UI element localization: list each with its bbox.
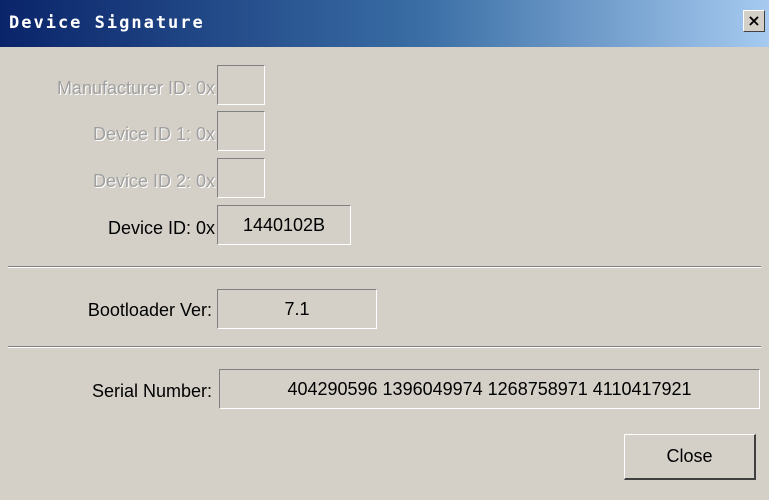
- title-bar: Device Signature ×: [0, 0, 769, 47]
- device-id-field: 1440102B: [217, 205, 351, 245]
- separator-2: [8, 346, 761, 348]
- window-title: Device Signature: [9, 13, 205, 33]
- manufacturer-id-field: [217, 65, 265, 105]
- separator-1: [8, 266, 761, 268]
- device-id-1-field: [217, 111, 265, 151]
- device-id-2-field: [217, 158, 265, 198]
- device-id-1-label: Device ID 1: 0x: [92, 124, 215, 144]
- close-icon[interactable]: ×: [743, 10, 765, 32]
- device-id-2-label: Device ID 2: 0x: [92, 171, 215, 191]
- device-id-label: Device ID: 0x: [107, 218, 215, 238]
- manufacturer-id-label: Manufacturer ID: 0x: [56, 78, 215, 98]
- bootloader-ver-label: Bootloader Ver:: [87, 300, 212, 320]
- bootloader-ver-field: 7.1: [217, 289, 377, 329]
- serial-number-label: Serial Number:: [91, 381, 212, 401]
- serial-number-field: 404290596 1396049974 1268758971 41104179…: [219, 369, 760, 409]
- close-button[interactable]: Close: [624, 434, 756, 480]
